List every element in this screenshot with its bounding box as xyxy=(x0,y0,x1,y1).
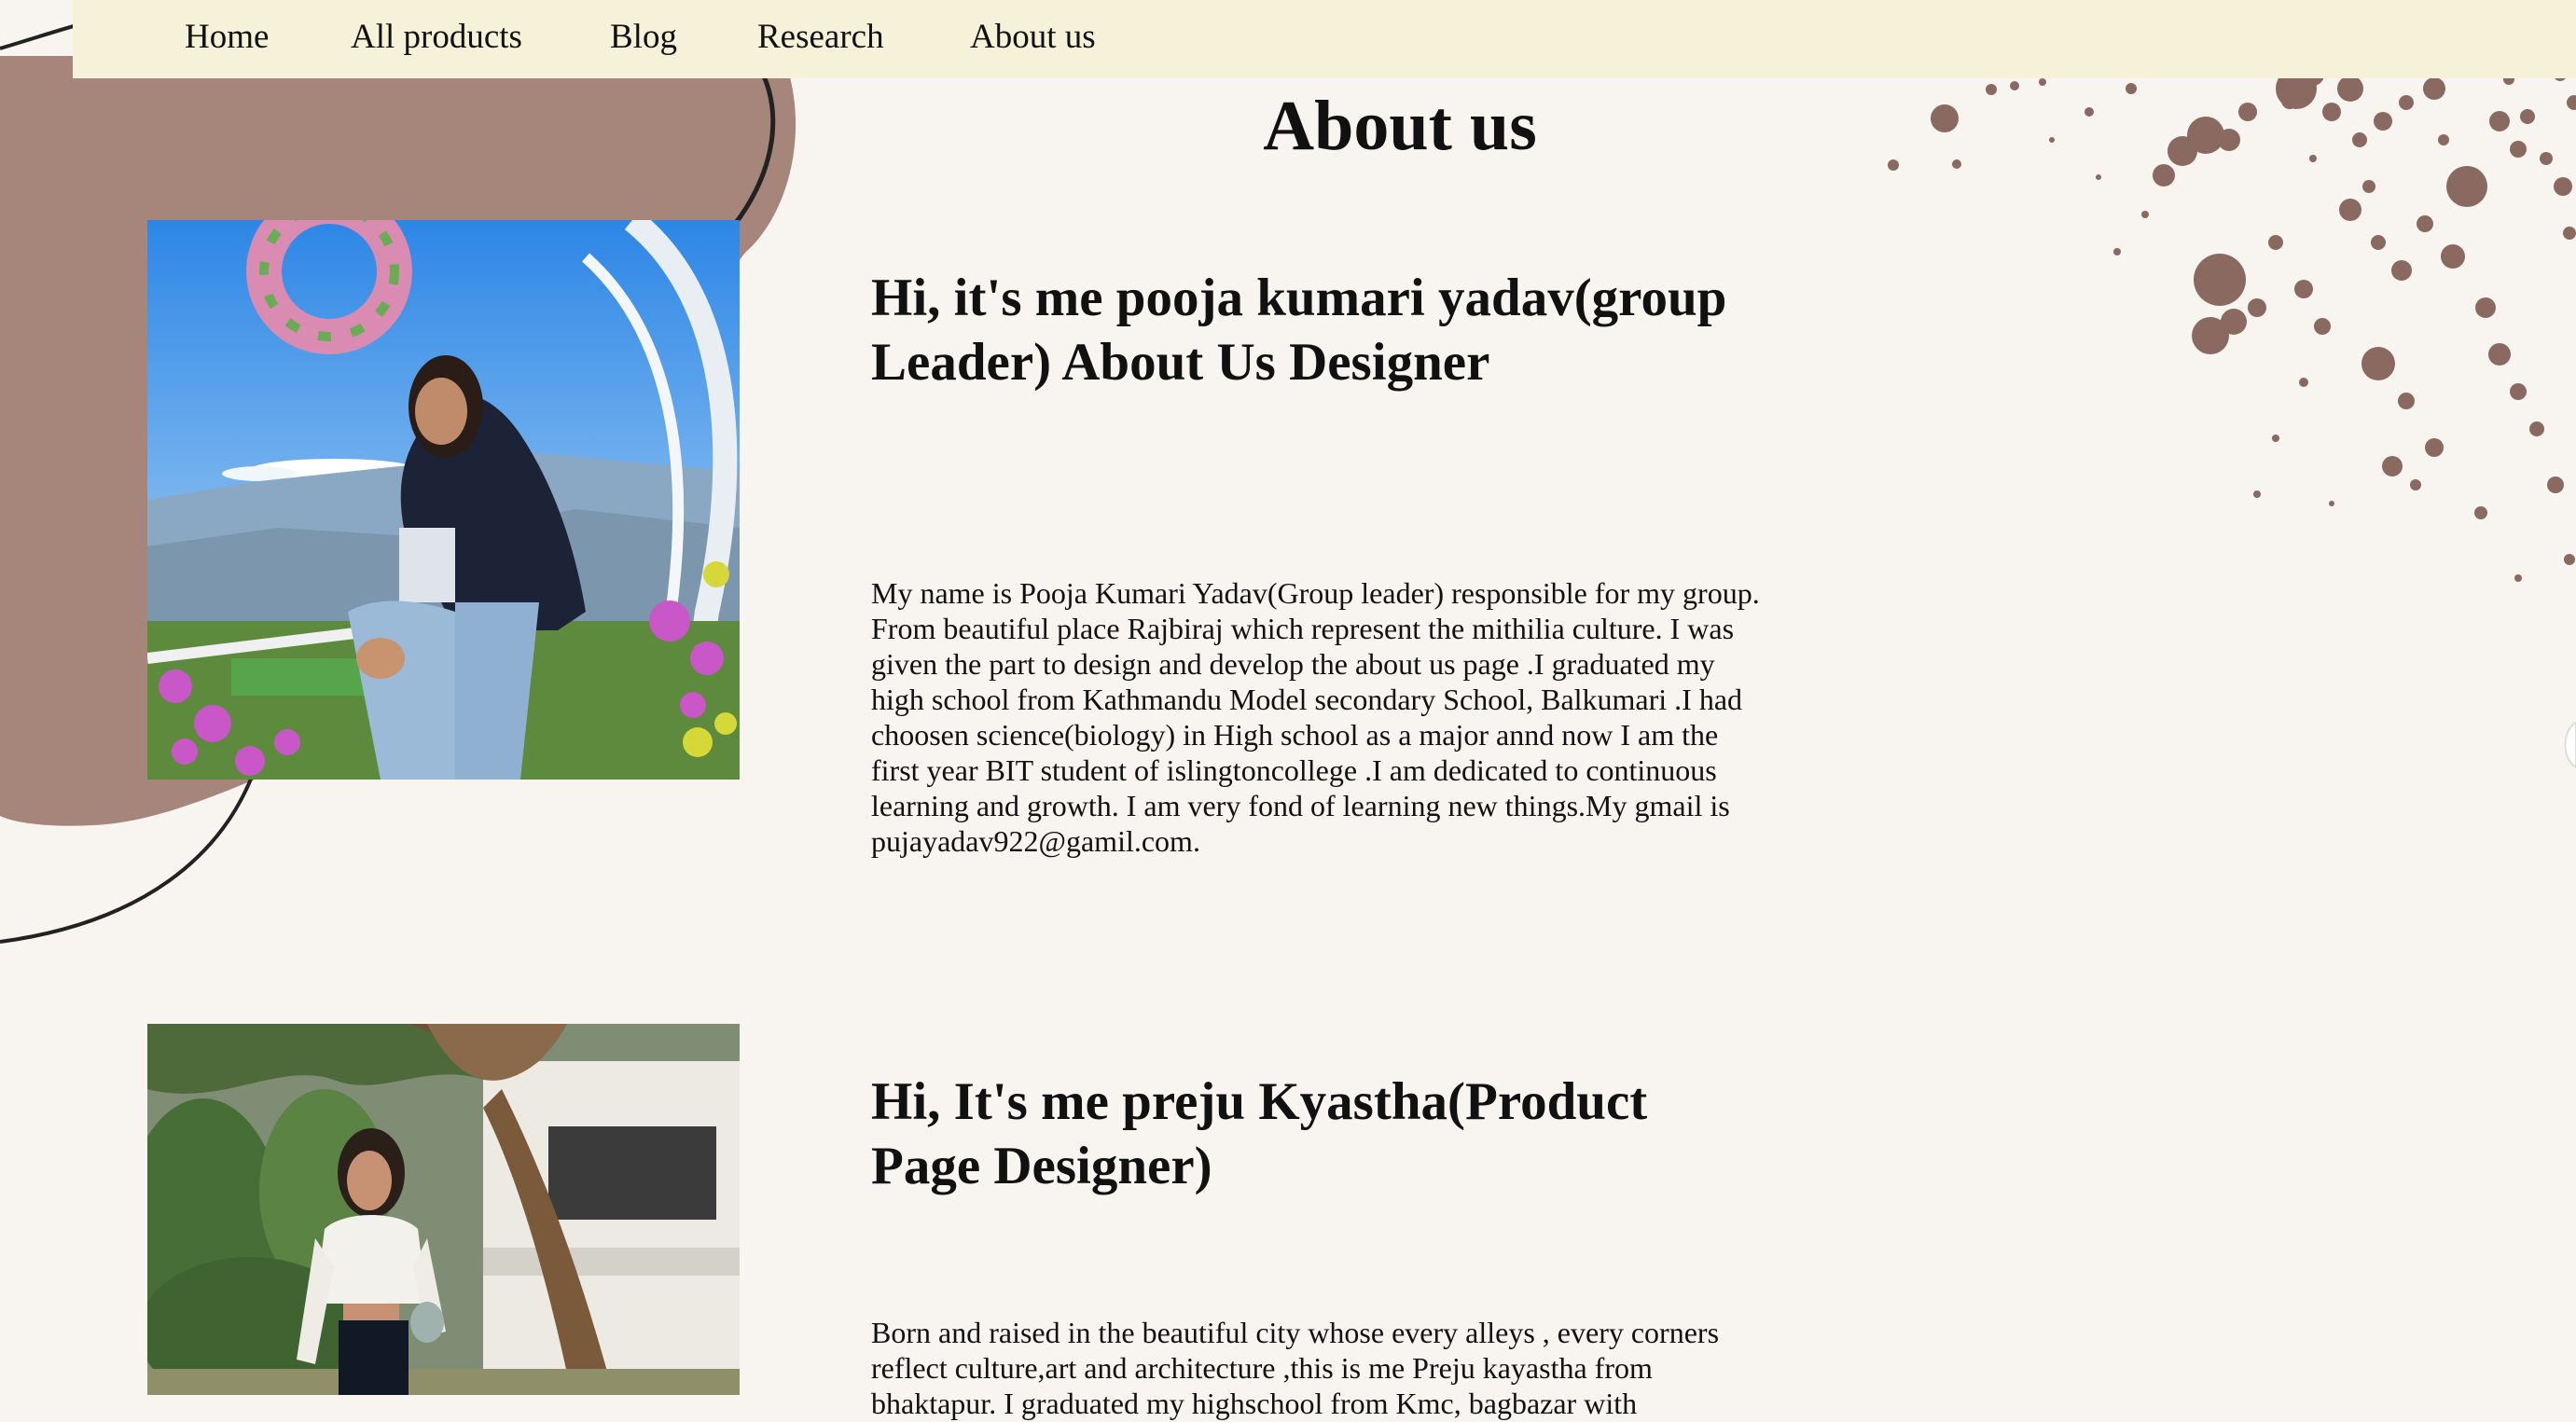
nav-about-us-link[interactable]: About us xyxy=(970,17,1096,57)
member-heading-pooja: Hi, it's me pooja kumari yadav(group Lea… xyxy=(871,269,1727,392)
page-title: About us xyxy=(1263,87,1537,165)
top-navbar: Home All products Blog Research About us xyxy=(73,0,2576,78)
nav-research-link[interactable]: Research xyxy=(757,17,884,57)
edge-circle xyxy=(2564,721,2576,769)
nav-all-products-link[interactable]: All products xyxy=(351,17,522,57)
member-bio-preju: Born and raised in the beautiful city wh… xyxy=(871,1316,1720,1420)
member-photo-preju xyxy=(147,1024,740,1395)
curve-line-top xyxy=(0,21,85,50)
member-heading-preju: Hi, It's me preju Kyastha(Product Page D… xyxy=(871,1072,1648,1195)
member-bio-pooja: My name is Pooja Kumari Yadav(Group lead… xyxy=(871,576,1760,858)
member-photo-pooja xyxy=(147,220,740,780)
nav-blog-link[interactable]: Blog xyxy=(610,17,677,57)
nav-home-link[interactable]: Home xyxy=(185,17,269,57)
about-page: Home All products Blog Research About us… xyxy=(0,0,2576,1422)
